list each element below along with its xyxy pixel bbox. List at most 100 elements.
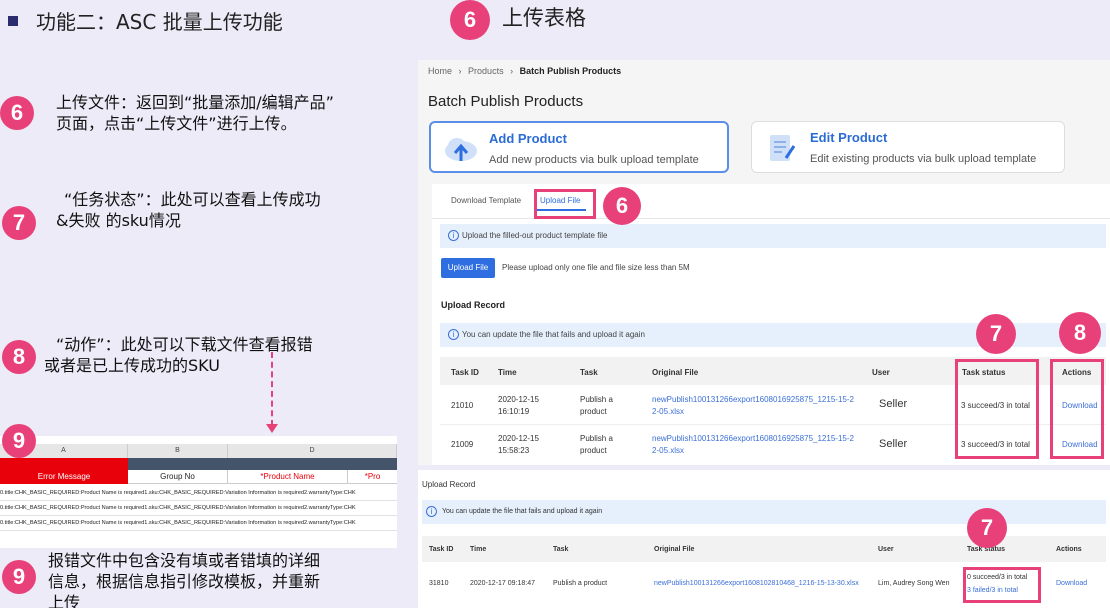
record-info-text: You can update the file that fails and u… — [462, 330, 645, 339]
cell-task-line2: product — [580, 407, 607, 416]
excel-col-d: D — [228, 444, 397, 458]
cell-file-link[interactable]: newPublish100131266export1608016925875_1… — [652, 394, 854, 418]
step-7-text: “任务状态”：此处可以查看上传成功 &失败 的sku情况 — [56, 189, 321, 231]
cell-task-id: 31810 — [429, 580, 449, 587]
cell-task-id: 21010 — [451, 401, 474, 410]
excel-error-message-header: Error Message — [0, 470, 128, 484]
tab-download-template[interactable]: Download Template — [451, 196, 521, 205]
step-6-text: 上传文件：返回到“批量添加/编辑产品” 页面，点击“上传文件”进行上传。 — [56, 92, 334, 134]
upload-record-title: Upload Record — [441, 300, 506, 310]
task-status-highlight-2 — [963, 567, 1041, 603]
task-status-highlight — [955, 359, 1039, 459]
task-status-badge-7b: 7 — [967, 508, 1007, 548]
upload-record-title-2: Upload Record — [422, 480, 476, 489]
step-9-text: 报错文件中包含没有填或者错填的详细 信息，根据信息指引修改模板，并重新 上传 — [48, 550, 320, 608]
step-badge-8: 8 — [2, 340, 36, 374]
cell-user: Lim, Audrey Song Wen — [878, 580, 950, 587]
excel-row: 0.title:CHK_BASIC_REQUIRED:Product Name … — [0, 486, 397, 501]
actions-badge-8: 8 — [1059, 312, 1101, 354]
cell-file-link[interactable]: newPublish100131266export1608016925875_1… — [652, 433, 854, 457]
upload-tab-highlight — [534, 189, 596, 219]
upload-info-text: Upload the filled-out product template f… — [462, 231, 608, 240]
excel-pro-header: *Pro — [348, 470, 397, 484]
cell-time: 2020-12-15 15:58:23 — [498, 433, 539, 457]
cell-task: Publish a product — [580, 394, 613, 418]
col-user: User — [872, 368, 890, 377]
cell-user: Seller — [879, 398, 908, 410]
info-icon: i — [448, 230, 459, 241]
document-edit-icon — [770, 135, 796, 161]
upload-tab-badge-6: 6 — [603, 187, 641, 225]
cell-file-link[interactable]: newPublish100131266export1608102810468_1… — [654, 580, 859, 587]
cell-user: Seller — [879, 438, 908, 450]
col-time: Time — [498, 368, 517, 377]
page-title: Batch Publish Products — [428, 93, 584, 110]
square-bullet-icon — [8, 15, 18, 26]
cell-task: Publish a product — [580, 433, 613, 457]
cell-time-clock: 15:58:23 — [498, 446, 530, 455]
col-task-2: Task — [553, 546, 569, 553]
excel-row: 0.title:CHK_BASIC_REQUIRED:Product Name … — [0, 516, 397, 531]
upload-info-bar: i Upload the filled-out product template… — [440, 224, 1106, 248]
add-product-title: Add Product — [489, 131, 567, 146]
breadcrumb-products[interactable]: Products — [468, 66, 504, 76]
batch-publish-screenshot: Home › Products › Batch Publish Products… — [418, 60, 1110, 465]
actions-highlight — [1050, 359, 1104, 459]
cell-task-id: 21009 — [451, 440, 474, 449]
cell-time-date: 2020-12-15 — [498, 395, 539, 404]
excel-group-no-header: Group No — [128, 470, 228, 484]
cell-task-line1: Publish a — [580, 395, 613, 404]
title-badge-6: 6 — [450, 0, 490, 40]
step-9-line2: 信息，根据信息指引修改模板，并重新 — [48, 572, 321, 591]
cell-time-clock: 16:10:19 — [498, 407, 530, 416]
info-icon: i — [448, 329, 459, 340]
cloud-upload-icon — [445, 138, 477, 161]
heading-text: 功能二：ASC 批量上传功能 — [36, 10, 283, 34]
cell-time: 2020-12-17 09:18:47 — [470, 580, 535, 587]
add-product-desc: Add new products via bulk upload templat… — [489, 154, 699, 166]
upload-hint: Please upload only one file and file siz… — [502, 263, 690, 272]
step-badge-6: 6 — [0, 96, 34, 130]
step-badge-7: 7 — [2, 206, 36, 240]
info-icon: i — [426, 506, 437, 517]
dashed-arrow — [271, 352, 273, 426]
record-info-text-2: You can update the file that fails and u… — [442, 508, 603, 515]
step-9-line1: 报错文件中包含没有填或者错填的详细 — [48, 551, 321, 570]
upload-record-screenshot: Upload Record i You can update the file … — [418, 470, 1110, 608]
col-task: Task — [580, 368, 598, 377]
cell-time: 2020-12-15 16:10:19 — [498, 394, 539, 418]
excel-badge-9: 9 — [2, 424, 36, 458]
cell-file-line2: 2-05.xlsx — [652, 407, 685, 416]
step-7-line2: &失败 的sku情况 — [56, 211, 181, 230]
col-task-id: Task ID — [451, 368, 479, 377]
col-original-file-2: Original File — [654, 546, 695, 553]
edit-product-card[interactable]: Edit Product Edit existing products via … — [751, 121, 1065, 173]
error-excel-snippet: A B D Error Message Group No *Product Na… — [0, 436, 397, 548]
step-7-line1: “任务状态”：此处可以查看上传成功 — [64, 190, 321, 209]
breadcrumb-current: Batch Publish Products — [519, 66, 622, 76]
col-user-2: User — [878, 546, 894, 553]
excel-product-name-header: *Product Name — [228, 470, 348, 484]
excel-row: 0.title:CHK_BASIC_REQUIRED:Product Name … — [0, 501, 397, 516]
upload-file-button[interactable]: Upload File — [441, 258, 495, 278]
excel-col-b: B — [128, 444, 228, 458]
add-product-card[interactable]: Add Product Add new products via bulk up… — [429, 121, 729, 173]
edit-product-title: Edit Product — [810, 130, 888, 145]
section-heading: 功能二：ASC 批量上传功能 — [8, 6, 283, 35]
breadcrumb: Home › Products › Batch Publish Products — [428, 66, 622, 76]
task-status-badge-7: 7 — [976, 314, 1016, 354]
cell-task: Publish a product — [553, 580, 608, 587]
step-9-line3: 上传 — [48, 593, 81, 608]
step-6-line1: 上传文件：返回到“批量添加/编辑产品” — [56, 93, 334, 112]
breadcrumb-home[interactable]: Home — [428, 66, 452, 76]
cell-time-date: 2020-12-15 — [498, 434, 539, 443]
upload-sheet-title: 上传表格 — [502, 6, 586, 30]
download-link[interactable]: Download — [1056, 580, 1087, 587]
cell-file-line1: newPublish100131266export1608016925875_1… — [652, 434, 854, 443]
col-task-id-2: Task ID — [429, 546, 454, 553]
step-6-line2: 页面，点击“上传文件”进行上传。 — [56, 114, 297, 133]
arrow-head-icon — [266, 424, 278, 433]
step-badge-9: 9 — [2, 560, 36, 594]
cell-file-line2: 2-05.xlsx — [652, 446, 685, 455]
col-original-file: Original File — [652, 368, 699, 377]
